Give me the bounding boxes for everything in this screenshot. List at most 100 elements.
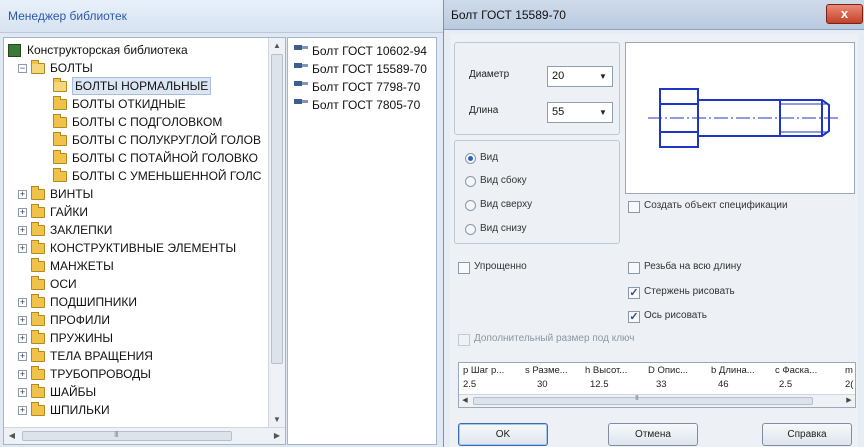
tree-item[interactable]: + ТЕЛА ВРАЩЕНИЯ <box>4 347 266 365</box>
length-select[interactable]: 55 ▼ <box>547 102 613 123</box>
tree-item-label: БОЛТЫ С ПОДГОЛОВКОМ <box>72 115 223 129</box>
folder-icon <box>31 348 45 362</box>
tree-hscroll-thumb[interactable] <box>22 431 232 441</box>
folder-icon <box>31 330 45 344</box>
bolt-icon <box>294 81 308 86</box>
tree-horizontal-scrollbar[interactable]: ◀ III ▶ <box>4 427 285 444</box>
expand-icon[interactable]: + <box>18 298 27 307</box>
tree-item[interactable]: + ПРУЖИНЫ <box>4 329 266 347</box>
table-cell[interactable]: 12.5 <box>590 379 609 390</box>
tree-item-label: БОЛТЫ С УМЕНЬШЕННОЙ ГОЛС <box>72 169 262 183</box>
folder-icon <box>31 384 45 398</box>
scroll-left-icon[interactable]: ◀ <box>459 395 471 407</box>
tree-item[interactable]: + ТРУБОПРОВОДЫ <box>4 365 266 383</box>
parameters-table[interactable]: p Шаг р... s Разме... h Высот... D Опис.… <box>458 362 856 408</box>
expand-icon[interactable]: + <box>18 334 27 343</box>
table-header[interactable]: D Опис... <box>648 365 688 376</box>
tree-item[interactable]: + КОНСТРУКТИВНЫЕ ЭЛЕМЕНТЫ <box>4 239 266 257</box>
tree-scroll-thumb[interactable] <box>271 54 283 364</box>
close-button[interactable]: x <box>826 4 863 24</box>
tree-item[interactable]: + ШПИЛЬКИ <box>4 401 266 419</box>
tree-item[interactable]: БОЛТЫ С ПОТАЙНОЙ ГОЛОВКО <box>4 149 266 167</box>
folder-icon <box>31 258 45 272</box>
table-header[interactable]: p Шаг р... <box>463 365 504 376</box>
table-cell[interactable]: 33 <box>656 379 667 390</box>
table-cell[interactable]: 2.5 <box>779 379 792 390</box>
diameter-select[interactable]: 20 ▼ <box>547 66 613 87</box>
tree-item[interactable]: ОСИ <box>4 275 266 293</box>
library-tree[interactable]: + ШПИЛЬКИ + ШАЙБЫ + ТРУБОПРОВОДЫ + ТЕЛА ВРАЩЕНИ… <box>3 37 286 445</box>
tree-vertical-scrollbar[interactable]: ▲ ▼ <box>268 38 285 428</box>
tree-item-label: БОЛТЫ С ПОТАЙНОЙ ГОЛОВКО <box>72 151 259 165</box>
tree-item-label: ОСИ <box>50 277 77 291</box>
diameter-value: 20 <box>552 70 565 82</box>
tree-item[interactable]: + ЗАКЛЕПКИ <box>4 221 266 239</box>
table-header[interactable]: s Разме... <box>525 365 568 376</box>
manager-title-bar: Менеджер библиотек <box>0 0 450 33</box>
tree-item[interactable]: МАНЖЕТЫ <box>4 257 266 275</box>
table-cell[interactable]: 46 <box>718 379 729 390</box>
table-cell[interactable]: 2.5 <box>463 379 476 390</box>
grip-icon: III <box>114 430 119 439</box>
expand-icon[interactable]: + <box>18 316 27 325</box>
manager-title: Менеджер библиотек <box>8 9 127 23</box>
folder-icon <box>53 168 67 182</box>
tree-item[interactable]: + ГАЙКИ <box>4 203 266 221</box>
expand-icon[interactable]: + <box>18 190 27 199</box>
tree-item[interactable]: БОЛТЫ С УМЕНЬШЕННОЙ ГОЛС <box>4 167 266 185</box>
tree-item[interactable]: − БОЛТЫ <box>4 59 266 77</box>
table-scroll-thumb[interactable] <box>473 397 813 405</box>
table-header[interactable]: c Фаска... <box>775 365 817 376</box>
expand-icon[interactable]: + <box>18 352 27 361</box>
expand-icon[interactable]: + <box>18 406 27 415</box>
table-header[interactable]: b Длина... <box>711 365 755 376</box>
help-button[interactable]: Справка <box>762 423 852 446</box>
chevron-down-icon[interactable]: ▼ <box>596 68 610 85</box>
scroll-right-icon[interactable]: ▶ <box>843 395 855 407</box>
expand-icon[interactable]: + <box>18 244 27 253</box>
view-group: Вид Вид сбоку Вид сверху Вид снизу <box>454 140 620 244</box>
tree-item-label: ПОДШИПНИКИ <box>50 295 137 309</box>
chevron-down-icon[interactable]: ▼ <box>596 104 610 121</box>
tree-item[interactable]: + ВИНТЫ <box>4 185 266 203</box>
folder-icon <box>31 402 45 416</box>
tree-item-label: ПРОФИЛИ <box>50 313 110 327</box>
table-header[interactable]: h Высот... <box>585 365 627 376</box>
tree-item[interactable]: БОЛТЫ ОТКИДНЫЕ <box>4 95 266 113</box>
bolt-icon <box>294 99 308 104</box>
table-horizontal-scrollbar[interactable]: ◀ III ▶ <box>459 394 855 407</box>
tree-item[interactable]: + ПОДШИПНИКИ <box>4 293 266 311</box>
tree-item-label: ШАЙБЫ <box>50 385 97 399</box>
scroll-up-icon[interactable]: ▲ <box>269 38 285 54</box>
expand-icon[interactable]: + <box>18 370 27 379</box>
folder-icon <box>31 186 45 200</box>
scroll-right-icon[interactable]: ▶ <box>269 428 285 444</box>
table-cell[interactable]: 30 <box>537 379 548 390</box>
expand-icon[interactable]: + <box>18 208 27 217</box>
bolt-preview <box>625 42 855 194</box>
folder-icon <box>53 132 67 146</box>
tree-item[interactable]: БОЛТЫ С ПОЛУКРУГЛОЙ ГОЛОВ <box>4 131 266 149</box>
table-header[interactable]: m <box>845 365 853 376</box>
grip-icon: III <box>635 395 639 402</box>
tree-item-label: Конструкторская библиотека <box>27 43 188 57</box>
tree-item[interactable]: БОЛТЫ НОРМАЛЬНЫЕ <box>4 77 266 95</box>
tree-item[interactable]: Конструкторская библиотека <box>4 41 266 59</box>
library-item-list[interactable]: Болт ГОСТ 10602-94 Болт ГОСТ 15589-70 Бо… <box>287 37 437 445</box>
ok-button[interactable]: OK <box>458 423 548 446</box>
tree-item[interactable]: + ШАЙБЫ <box>4 383 266 401</box>
collapse-icon[interactable]: − <box>18 64 27 73</box>
expand-icon[interactable]: + <box>18 388 27 397</box>
scroll-down-icon[interactable]: ▼ <box>269 412 285 428</box>
folder-icon <box>31 240 45 254</box>
tree-item[interactable]: + ПРОФИЛИ <box>4 311 266 329</box>
tree-item[interactable]: БОЛТЫ С ПОДГОЛОВКОМ <box>4 113 266 131</box>
expand-icon[interactable]: + <box>18 226 27 235</box>
tree-item-label: ВИНТЫ <box>50 187 94 201</box>
table-cell[interactable]: 2( <box>845 379 853 390</box>
folder-icon <box>31 276 45 290</box>
length-value: 55 <box>552 106 565 118</box>
cancel-button[interactable]: Отмена <box>608 423 698 446</box>
scroll-left-icon[interactable]: ◀ <box>4 428 20 444</box>
bolt-dialog: Болт ГОСТ 15589-70 x Диаметр 20 ▼ Длина … <box>443 0 864 447</box>
